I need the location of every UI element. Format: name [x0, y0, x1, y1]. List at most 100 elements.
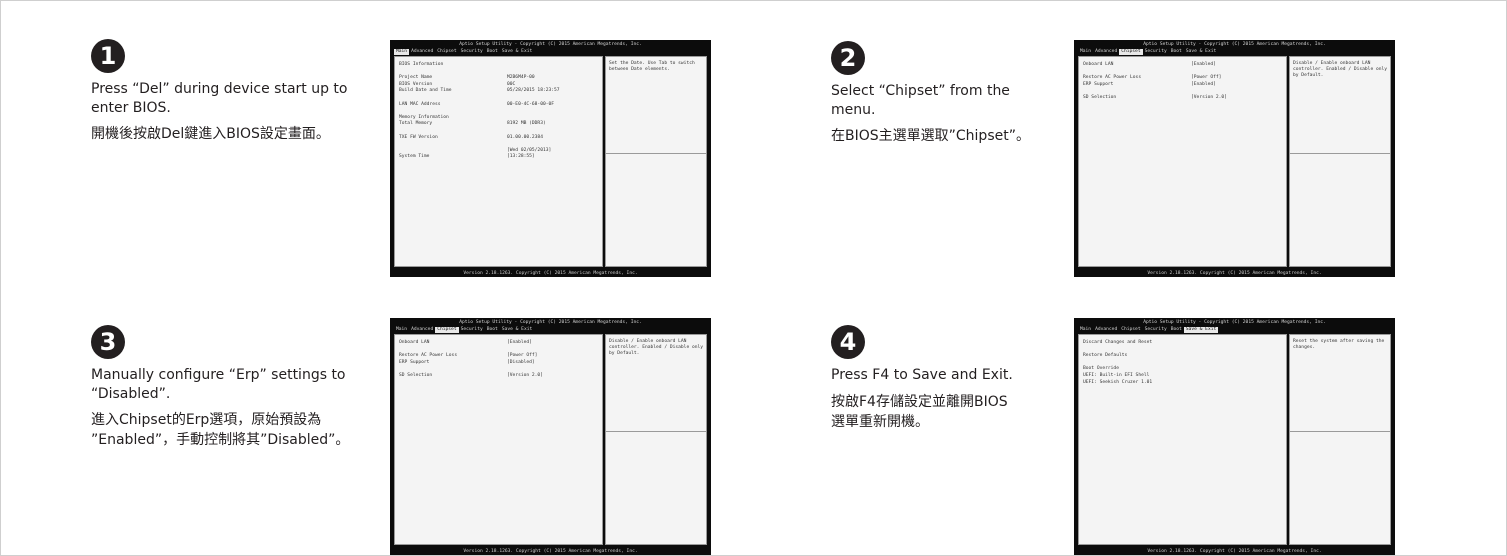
bios-setting-label: ERP Support	[399, 359, 430, 365]
bios-footer: Version 2.18.1263. Copyright (C) 2015 Am…	[463, 549, 638, 554]
bios-setting-value: [Enabled]	[1191, 81, 1216, 87]
bios-settings-panel: Discard Changes and Reset Restore Default…	[1078, 334, 1287, 545]
bios-setting-label: BIOS Version	[399, 81, 433, 87]
bios-setting-label: Onboard LAN	[399, 340, 430, 345]
bios-help-panel: Disable / Enable onboard LAN controller.…	[605, 334, 707, 545]
bios-setting-label: Build Date and Time	[399, 88, 452, 94]
bios-help-text: Set the Date. Use Tab to switch between …	[609, 61, 695, 72]
bios-setting-value: [Power Off]	[1191, 75, 1222, 81]
bios-title: Aptio Setup Utility - Copyright (C) 2015…	[1143, 42, 1326, 47]
bios-footer: Version 2.18.1263. Copyright (C) 2015 Am…	[1147, 549, 1322, 554]
bios-help-divider	[1290, 431, 1390, 432]
bios-footer: Version 2.18.1263. Copyright (C) 2015 Am…	[1147, 271, 1322, 276]
bios-menu-tab: Advanced	[1095, 327, 1118, 332]
step-instruction-chinese: 開機後按啟Del鍵進入BIOS設定畫面。	[91, 126, 330, 142]
bios-setting-label: Restore AC Power Loss	[1083, 75, 1142, 81]
step-number-badge: 2	[831, 41, 865, 75]
bios-menu-tab: Chipset	[437, 49, 457, 54]
bios-settings-panel: Onboard LAN [Enabled] Restore AC Power Los…	[394, 334, 603, 545]
bios-setting-label: Memory Information	[399, 114, 449, 120]
step-number-badge: 1	[91, 39, 125, 73]
step-instruction-chinese: 進入Chipset的Erp選項，原始預設為 ”Enabled”，手動控制將其”D…	[91, 412, 350, 448]
step-instruction-english: Press F4 to Save and Exit.	[831, 367, 1013, 383]
instruction-sheet: 1 Press “Del” during device start up to …	[0, 0, 1507, 556]
bios-setting-value: [Version 2.0]	[1191, 95, 1227, 100]
step-number-badge: 4	[831, 325, 865, 359]
bios-menu-tab: Boot	[1170, 327, 1182, 332]
bios-footer: Version 2.18.1263. Copyright (C) 2015 Am…	[463, 271, 638, 276]
bios-setting-label: Restore Defaults	[1083, 353, 1128, 359]
bios-title: Aptio Setup Utility - Copyright (C) 2015…	[459, 42, 642, 47]
bios-help-panel: Set the Date. Use Tab to switch between …	[605, 56, 707, 267]
bios-help-text: Disable / Enable onboard LAN controller.…	[609, 339, 704, 356]
bios-help-text: Disable / Enable onboard LAN controller.…	[1293, 61, 1388, 78]
bios-setting-value: 00-E0-4C-68-00-0F	[507, 101, 555, 107]
bios-menu-tab: Main	[1080, 327, 1092, 332]
bios-setting-label: BIOS Information	[399, 62, 444, 67]
bios-menu-tab: Main	[394, 49, 410, 55]
bios-setting-value: [Disabled]	[507, 359, 535, 365]
step-instruction-chinese: 在BIOS主選單選取”Chipset”。	[831, 128, 1030, 144]
bios-menu-tab: Security	[460, 49, 483, 54]
step-number-badge: 3	[91, 325, 125, 359]
step-4: 4 Press F4 to Save and Exit. 按啟F4存儲設定並離開…	[831, 325, 1061, 432]
step-2: 2 Select “Chipset” from the menu. 在BIOS主…	[831, 41, 1061, 146]
bios-menu-tab: Security	[1144, 49, 1167, 54]
step-instruction-chinese: 按啟F4存儲設定並離開BIOS 選單重新開機。	[831, 393, 1008, 430]
bios-screenshot-main: Aptio Setup Utility - Copyright (C) 2015…	[390, 40, 711, 277]
bios-help-text: Reset the system after saving the change…	[1293, 339, 1385, 350]
bios-setting-value: [Power Off]	[507, 353, 538, 359]
bios-help-panel: Disable / Enable onboard LAN controller.…	[1289, 56, 1391, 267]
bios-setting-label: Discard Changes and Reset	[1083, 340, 1153, 345]
bios-menu-tab: Save & Exit	[501, 327, 533, 332]
bios-setting-value: [Enabled]	[507, 340, 532, 345]
bios-title: Aptio Setup Utility - Copyright (C) 2015…	[459, 320, 642, 325]
bios-setting-label: System Time	[399, 154, 430, 160]
bios-setting-label: UEFI: Built-in EFI Shell	[1083, 373, 1150, 378]
bios-setting-value: [13:28:55]	[507, 154, 535, 160]
bios-help-divider	[1290, 153, 1390, 154]
bios-title: Aptio Setup Utility - Copyright (C) 2015…	[1143, 320, 1326, 325]
bios-help-panel: Reset the system after saving the change…	[1289, 334, 1391, 545]
bios-setting-value: [Wed 02/05/2013]	[507, 147, 552, 153]
bios-setting-value: 05/28/2015 18:23:57	[507, 88, 560, 94]
bios-setting-label: SD Selection	[1083, 95, 1117, 100]
bios-setting-label: TXE FW Version	[399, 134, 438, 140]
bios-menu-tab: Security	[1144, 327, 1167, 332]
bios-setting-label: Boot Override	[1083, 366, 1119, 372]
bios-menu-tab: Chipset	[435, 327, 459, 333]
bios-setting-label: Total Memory	[399, 121, 433, 127]
bios-menu-tab: Advanced	[1095, 49, 1118, 54]
bios-menubar: Main Advanced Chipset Security Boot Save & Ex…	[394, 49, 707, 55]
bios-menubar: Main Advanced Chipset Security Boot Save & Ex…	[1078, 327, 1391, 333]
bios-setting-label: UEFI: Seekish Cruzer 1.01	[1083, 379, 1153, 385]
bios-setting-label: SD Selection	[399, 373, 433, 378]
bios-menu-tab: Main	[396, 327, 408, 332]
bios-setting-value: [Version 2.0]	[507, 373, 543, 378]
step-3: 3 Manually configure “Erp” settings to “…	[91, 325, 376, 450]
bios-menu-tab: Advanced	[411, 49, 434, 54]
bios-menu-tab: Security	[460, 327, 483, 332]
bios-menu-tab: Save & Exit	[1185, 49, 1217, 54]
bios-screenshot-chipset: Aptio Setup Utility - Copyright (C) 2015…	[1074, 40, 1395, 277]
bios-menu-tab: Save & Exit	[1183, 327, 1219, 333]
bios-menubar: Main Advanced Chipset Security Boot Save & Ex…	[394, 327, 707, 333]
bios-menubar: Main Advanced Chipset Security Boot Save & Ex…	[1078, 49, 1391, 55]
bios-screenshot-save-exit: Aptio Setup Utility - Copyright (C) 2015…	[1074, 318, 1395, 555]
bios-menu-tab: Advanced	[411, 327, 434, 332]
bios-setting-label: LAN MAC Address	[399, 101, 441, 107]
bios-menu-tab: Boot	[486, 49, 498, 54]
bios-menu-tab: Chipset	[1119, 49, 1143, 55]
bios-menu-tab: Boot	[486, 327, 498, 332]
bios-setting-value: [Enabled]	[1191, 62, 1216, 67]
step-instruction-english: Select “Chipset” from the menu.	[831, 83, 1010, 118]
bios-setting-label: Restore AC Power Loss	[399, 353, 458, 359]
bios-help-divider	[606, 153, 706, 154]
bios-setting-value: 8192 MB (DDR3)	[507, 121, 546, 127]
step-instruction-english: Manually configure “Erp” settings to “Di…	[91, 367, 346, 402]
bios-setting-label: Onboard LAN	[1083, 62, 1114, 67]
bios-menu-tab: Chipset	[1121, 327, 1141, 332]
bios-setting-label: ERP Support	[1083, 81, 1114, 87]
bios-menu-tab: Save & Exit	[501, 49, 533, 54]
bios-screenshot-erp: Aptio Setup Utility - Copyright (C) 2015…	[390, 318, 711, 555]
